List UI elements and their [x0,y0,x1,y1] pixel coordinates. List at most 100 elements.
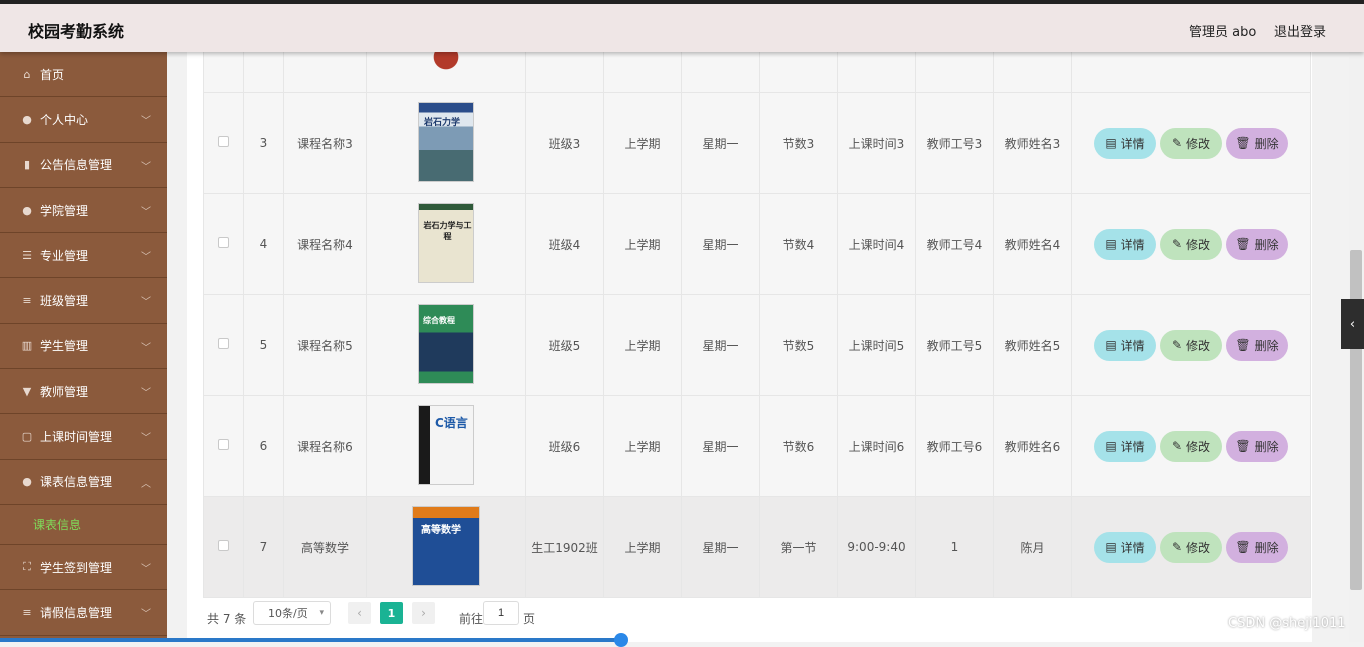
book-cover-image: 综合教程 [418,303,474,384]
table-row: 5 课程名称5 综合教程 班级5 上学期 星期一 节数5 上课时间5 教师工号5… [203,294,1311,396]
pencil-icon: ✎ [1171,136,1183,150]
chevron-down-icon: ﹀ [141,609,151,621]
goto-page-input[interactable] [483,601,519,625]
page-number-current[interactable]: 1 [380,602,403,624]
sidebar-item-notice[interactable]: ▮ 公告信息管理 ﹀ [0,143,167,188]
table-row: 4 课程名称4 岩石力学与工程 班级4 上学期 星期一 节数4 上课时间4 教师… [203,193,1311,295]
cell-weekday: 星期一 [681,92,760,194]
chevron-down-icon: ﹀ [141,563,151,575]
pencil-icon: ✎ [1171,237,1183,251]
chevron-down-icon: ﹀ [141,297,151,309]
document-icon: ▤ [1105,237,1117,251]
cell-period: 节数5 [759,294,838,396]
cell-index: 3 [243,92,284,194]
sidebar-subitem-schedule-info[interactable]: 课表信息 [0,505,167,545]
bottom-progress-handle[interactable] [614,633,628,647]
delete-button[interactable]: 🗑 删除 [1226,531,1288,563]
sidebar-item-class[interactable]: ≡ 班级管理 ﹀ [0,278,167,324]
sidebar-item-major[interactable]: ☰ 专业管理 ﹀ [0,233,167,279]
cell-course-name: 高等数学 [283,496,367,598]
cell-teacher-name: 教师姓名4 [993,193,1072,295]
book-cover-image [428,52,464,81]
cell-period: 节数3 [759,92,838,194]
chevron-left-icon: ‹ [1349,316,1356,332]
sidebar: ⌂ 首页 ● 个人中心 ﹀ ▮ 公告信息管理 ﹀ ● 学院管理 ﹀ ☰ 专业管理 ﹀ ≡ 班级管理 ﹀… [0,52,167,642]
cell-period: 节数6 [759,395,838,497]
sidebar-item-personal[interactable]: ● 个人中心 ﹀ [0,97,167,143]
cell-teacher-id: 教师工号3 [915,92,994,194]
chevron-down-icon: ﹀ [141,433,151,445]
row-checkbox[interactable] [218,439,229,450]
watermark: CSDN @sheji1011 [1228,616,1346,631]
pagination-total: 共 7 条 [207,612,247,626]
message-icon: ▢ [21,430,33,444]
next-page-button[interactable]: › [412,602,435,624]
sidebar-item-teacher[interactable]: ▼ 教师管理 ﹀ [0,369,167,415]
sidebar-item-schedule[interactable]: ● 课表信息管理 ︿ [0,460,167,505]
cell-teacher-name: 教师姓名3 [993,92,1072,194]
prev-page-button[interactable]: ‹ [348,602,371,624]
document-icon: ▤ [1105,540,1117,554]
detail-button[interactable]: ▤ 详情 [1094,228,1156,260]
sidebar-item-classtime[interactable]: ▢ 上课时间管理 ﹀ [0,414,167,460]
list-icon: ≡ [22,294,32,308]
detail-button[interactable]: ▤ 详情 [1094,430,1156,462]
logout-link[interactable]: 退出登录 [1274,21,1326,40]
sidebar-item-student[interactable]: ▥ 学生管理 ﹀ [0,324,167,370]
edit-button[interactable]: ✎ 修改 [1160,127,1222,159]
cell-teacher-name: 教师姓名6 [993,395,1072,497]
sidebar-item-checkin[interactable]: ⛶ 学生签到管理 ﹀ [0,545,167,591]
edit-button[interactable]: ✎ 修改 [1160,531,1222,563]
cell-teacher-id: 1 [915,496,994,598]
cell-teacher-id: 教师工号6 [915,395,994,497]
sidebar-item-leave[interactable]: ≡ 请假信息管理 ﹀ [0,590,167,636]
collapse-panel-button[interactable]: ‹ [1341,299,1364,349]
row-checkbox[interactable] [218,540,229,551]
page-size-select[interactable]: 10条/页 ▾ [253,601,331,625]
row-checkbox[interactable] [218,338,229,349]
chevron-down-icon: ﹀ [141,206,151,218]
book-cover-image: C语言 [418,404,474,485]
delete-button[interactable]: 🗑 删除 [1226,127,1288,159]
detail-button[interactable]: ▤ 详情 [1094,329,1156,361]
document-icon: ▤ [1105,136,1117,150]
cell-time: 上课时间3 [837,92,916,194]
edit-button[interactable]: ✎ 修改 [1160,329,1222,361]
main-content: 3 课程名称3 岩石力学 班级3 上学期 星期一 节数3 上课时间3 教师工号3… [167,52,1349,642]
cell-teacher-name: 教师姓名5 [993,294,1072,396]
trash-icon: 🗑 [1235,439,1251,453]
pencil-icon: ✎ [1171,338,1183,352]
edit-button[interactable]: ✎ 修改 [1160,228,1222,260]
row-checkbox[interactable] [218,136,229,147]
document-icon: ▤ [1105,338,1117,352]
delete-button[interactable]: 🗑 删除 [1226,430,1288,462]
chevron-down-icon: ﹀ [141,388,151,400]
cell-time: 上课时间4 [837,193,916,295]
sidebar-item-label: 学院管理 [40,203,89,218]
chevron-down-icon: ﹀ [141,116,151,128]
table-row: 6 课程名称6 C语言 班级6 上学期 星期一 节数6 上课时间6 教师工号6 … [203,395,1311,497]
cell-teacher-id: 教师工号4 [915,193,994,295]
cell-index: 6 [243,395,284,497]
detail-button[interactable]: ▤ 详情 [1094,531,1156,563]
edit-button[interactable]: ✎ 修改 [1160,430,1222,462]
sidebar-item-label: 首页 [40,67,65,82]
cell-weekday: 星期一 [681,496,760,598]
delete-button[interactable]: 🗑 删除 [1226,228,1288,260]
pencil-icon: ✎ [1171,439,1183,453]
sidebar-item-label: 学生签到管理 [40,560,113,575]
sidebar-item-label: 上课时间管理 [40,430,113,445]
sidebar-item-college[interactable]: ● 学院管理 ﹀ [0,188,167,234]
cell-class: 生工1902班 [525,496,604,598]
app-title: 校园考勤系统 [28,22,125,41]
sidebar-bottom-bar [0,638,167,642]
delete-button[interactable]: 🗑 删除 [1226,329,1288,361]
cell-time: 9:00-9:40 [837,496,916,598]
sidebar-item-home[interactable]: ⌂ 首页 [0,52,167,98]
chevron-down-icon: ▾ [319,608,324,618]
cell-term: 上学期 [603,92,682,194]
detail-button[interactable]: ▤ 详情 [1094,127,1156,159]
cell-time: 上课时间5 [837,294,916,396]
sidebar-item-label: 课表信息管理 [40,475,113,490]
row-checkbox[interactable] [218,237,229,248]
